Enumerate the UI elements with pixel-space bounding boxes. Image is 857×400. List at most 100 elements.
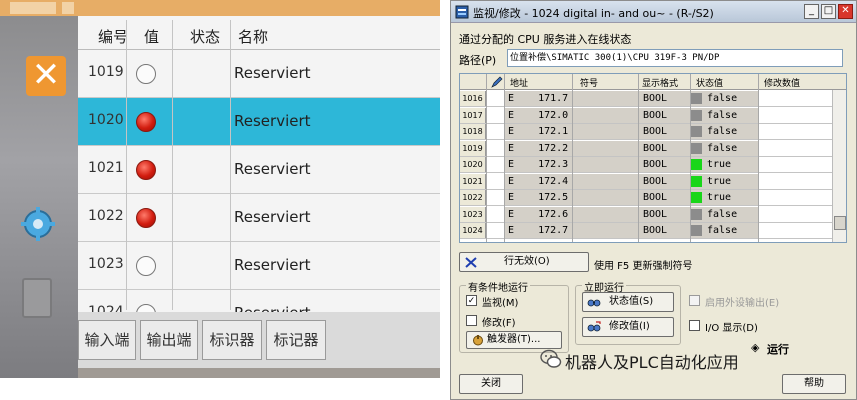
address-cell: E 171.7 [504,91,572,106]
format-cell: BOOL [639,140,690,156]
modify-value-cell[interactable] [759,190,832,205]
col-modify: 修改数值 [764,79,801,89]
symbol-cell [573,91,638,106]
modify-value-cell[interactable] [759,91,832,106]
checkbox-box[interactable]: ✓ [466,295,477,306]
gear-icon[interactable] [20,206,56,242]
address-cell: E 172.4 [504,173,572,189]
modify-value-cell[interactable] [759,173,832,189]
maximize-button[interactable]: □ [821,4,836,19]
symbol-cell [573,107,638,123]
hmi-left-panel: ✕ [0,16,78,378]
modify-value-cell[interactable] [759,206,832,222]
online-status-info: 通过分配的 CPU 服务进入在线状态 [459,33,632,46]
table-row[interactable]: 1022 Reserviert [78,194,440,242]
table-row[interactable]: 1020 Reserviert [78,98,440,146]
close-button[interactable]: ✕ [838,4,853,19]
invalid-x-icon [465,257,477,268]
modify-value-cell[interactable] [759,223,832,238]
trigger-button[interactable]: 触发器(T)... [466,331,562,349]
symbol-cell [573,190,638,205]
hmi-top-button-small[interactable] [62,2,74,14]
row-number: 1022 [88,208,124,224]
header-name: 名称 [238,28,269,46]
col-format: 显示格式 [642,79,679,89]
table-row[interactable]: 1021 E 172.4 BOOL true [460,173,832,190]
status-indicator-icon [691,142,702,154]
watermark-text: 机器人及PLC自动化应用 [565,353,739,372]
scrollbar-thumb[interactable] [834,216,846,230]
address-cell: E 172.3 [504,157,572,172]
table-row[interactable]: 1021 Reserviert [78,146,440,194]
edit-pencil-icon[interactable] [490,75,504,89]
hmi-bottom-strip [78,368,440,378]
minimize-icon: _ [809,5,814,16]
column-divider [486,74,487,242]
modify-value-cell[interactable] [759,107,832,123]
table-row[interactable]: 1018 E 172.1 BOOL false [460,124,832,140]
hmi-top-bar [0,0,440,16]
modify-value-cell[interactable] [759,140,832,156]
conditional-run-title: 有条件地运行 [466,279,530,294]
tab-identifiers[interactable]: 标识器 [202,320,262,360]
modify-value-cell[interactable] [759,124,832,139]
dialog-title-bar[interactable]: 监视/修改 - 1024 digital in- and ou~ - (R-/S… [451,1,856,23]
close-icon: ✕ [841,5,850,16]
tab-inputs[interactable]: 输入端 [78,320,136,360]
io-display-checkbox[interactable]: I/O 显示(D) [689,319,789,334]
table-row[interactable]: 1017 E 172.0 BOOL false [460,107,832,124]
row-number: 1023 [88,256,124,272]
monitor-checkbox[interactable]: ✓ 监视(M) [466,294,556,309]
status-value-button[interactable]: 状态值(S) [582,292,674,312]
address-cell: E 172.6 [504,206,572,222]
checkbox-box[interactable] [466,315,477,326]
row-invalid-button[interactable]: 行无效(O) [459,252,589,272]
f5-hint: 使用 F5 更新强制符号 [594,261,693,272]
path-field[interactable]: 位置补偿\SIMATIC 300(1)\CPU 319F-3 PN/DP [507,49,843,67]
column-divider [758,74,759,242]
modify-value-cell[interactable] [759,157,832,172]
table-row[interactable]: 1016 E 171.7 BOOL false [460,91,832,107]
enable-periphery-checkbox[interactable]: 启用外设输出(E) [689,294,809,309]
table-row[interactable]: 1022 E 172.5 BOOL true [460,190,832,206]
table-row[interactable]: 1023 E 172.6 BOOL false [460,206,832,223]
status-indicator-icon [691,159,702,170]
hmi-top-button[interactable] [10,2,56,14]
symbol-cell [573,140,638,156]
run-diamond-icon: ◈ [751,341,760,354]
modify-checkbox[interactable]: 修改(F) [466,314,556,329]
row-name: Reserviert [234,256,311,274]
checkbox-box[interactable] [689,320,700,331]
table-row[interactable]: 1020 E 172.3 BOOL true [460,157,832,173]
tab-markers[interactable]: 标记器 [266,320,326,360]
format-cell: BOOL [639,107,690,123]
close-dialog-button[interactable]: 关闭 [459,374,523,394]
hmi-close-button[interactable]: ✕ [26,56,66,96]
path-label: 路径(P) [459,54,497,67]
row-number: 1021 [88,160,124,176]
status-indicator-icon [691,109,702,121]
address-cell: E 172.2 [504,140,572,156]
table-row[interactable]: 1019 E 172.2 BOOL false [460,140,832,157]
glasses-icon [587,299,601,307]
row-index: 1020 [460,157,486,172]
column-divider [690,74,691,242]
tab-outputs[interactable]: 输出端 [140,320,198,360]
minimize-button[interactable]: _ [804,4,819,19]
column-divider [504,74,505,242]
table-row[interactable]: 1019 Reserviert [78,50,440,98]
hmi-side-button[interactable] [22,278,52,318]
table-row[interactable]: 1023 Reserviert [78,242,440,290]
column-divider [126,20,127,310]
status-led-icon [136,208,156,228]
column-divider [230,20,231,310]
help-button[interactable]: 帮助 [782,374,846,394]
symbol-cell [573,157,638,172]
status-led-icon [136,160,156,180]
col-status: 状态值 [696,79,724,89]
table-row[interactable]: 1024 E 172.7 BOOL false [460,223,832,239]
table-scrollbar[interactable] [832,90,846,242]
address-cell: E 172.7 [504,223,572,238]
modify-value-button[interactable]: 修改值(I) [582,317,674,337]
hmi-tab-bar: 输入端 输出端 标识器 标记器 [78,312,440,368]
